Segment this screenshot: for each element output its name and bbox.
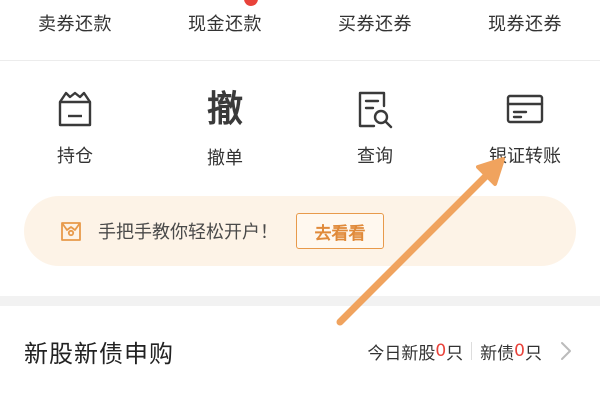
query-icon xyxy=(353,88,397,130)
buy-to-return-button[interactable]: 买券还券 xyxy=(300,10,450,36)
promo-view-button[interactable]: 去看看 xyxy=(296,213,384,249)
stock-return-button[interactable]: 现券还券 xyxy=(450,10,600,36)
promo-banner[interactable]: 手把手教你轻松开户！ 去看看 xyxy=(24,196,576,266)
cancel-order-button[interactable]: 撤 撤单 xyxy=(150,88,300,169)
repay-actions-row: 卖券还款 现金还款 买券还券 现券还券 xyxy=(0,0,600,46)
cancel-order-label: 撤单 xyxy=(207,148,243,169)
new-stock-unit: 只 xyxy=(446,343,464,364)
portfolio-button[interactable]: 持仓 xyxy=(0,88,150,168)
new-stock-prefix: 今日新股 xyxy=(367,343,436,364)
bank-transfer-label: 银证转账 xyxy=(489,146,561,167)
new-bond-count: 0 xyxy=(514,341,525,361)
section-divider xyxy=(0,296,600,306)
new-stock-count: 0 xyxy=(435,341,447,361)
chevron-right-icon xyxy=(560,341,572,361)
function-grid: 持仓 撤 撤单 查询 银证转账 xyxy=(0,88,600,169)
summary-divider xyxy=(471,342,473,360)
query-button[interactable]: 查询 xyxy=(300,88,450,168)
portfolio-icon xyxy=(53,88,97,130)
bank-transfer-button[interactable]: 银证转账 xyxy=(450,88,600,168)
ipo-summary: 今日新股 0 只 新债 0 只 xyxy=(367,339,542,364)
new-bond-prefix: 新债 xyxy=(480,343,515,364)
portfolio-label: 持仓 xyxy=(57,146,93,167)
cash-repay-button[interactable]: 现金还款 xyxy=(150,10,300,36)
new-bond-unit: 只 xyxy=(525,343,542,364)
gift-box-icon xyxy=(58,218,84,244)
promo-text: 手把手教你轻松开户！ xyxy=(98,222,278,243)
bank-transfer-icon xyxy=(503,88,547,130)
ipo-title: 新股新债申购 xyxy=(24,339,174,368)
cancel-order-glyph: 撤 xyxy=(206,89,243,130)
divider xyxy=(0,60,600,61)
sell-to-repay-button[interactable]: 卖券还款 xyxy=(0,10,150,36)
query-label: 查询 xyxy=(357,146,393,167)
cancel-order-icon: 撤 xyxy=(203,88,247,132)
ipo-subscription-row[interactable]: 新股新债申购 今日新股 0 只 新债 0 只 xyxy=(0,310,600,392)
